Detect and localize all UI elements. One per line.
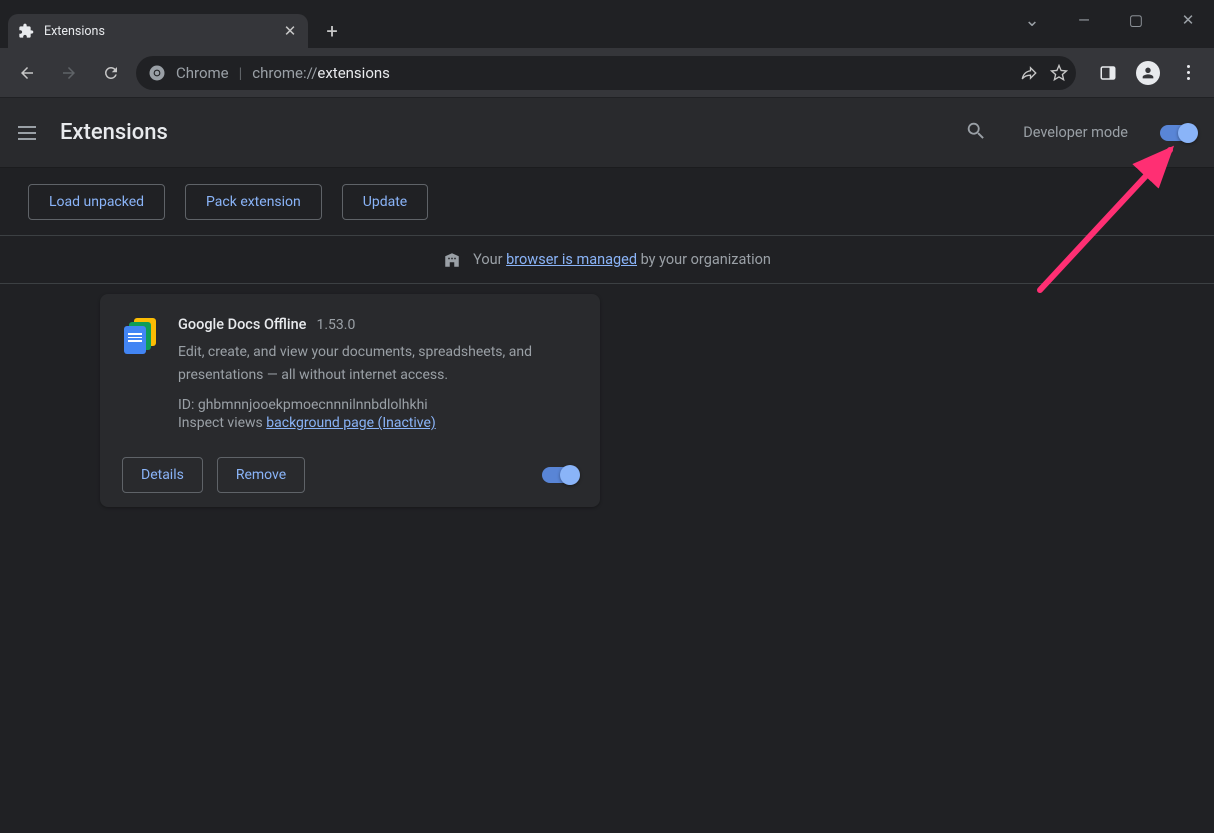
window-minimize-icon[interactable]: —	[1064, 6, 1104, 34]
search-icon[interactable]	[965, 120, 987, 146]
remove-button[interactable]: Remove	[217, 457, 305, 493]
update-button[interactable]: Update	[342, 184, 428, 220]
extension-puzzle-icon	[18, 23, 34, 39]
browser-menu-icon[interactable]	[1172, 57, 1204, 89]
extension-version: 1.53.0	[316, 317, 355, 333]
extension-title: Google Docs Offline	[178, 316, 306, 333]
window-close-icon[interactable]: ✕	[1168, 6, 1208, 34]
window-titlebar: Extensions ✕ + ⌄ — ▢ ✕	[0, 0, 1214, 48]
page-title: Extensions	[60, 120, 168, 145]
browser-managed-link[interactable]: browser is managed	[506, 251, 637, 268]
new-tab-button[interactable]: +	[318, 17, 346, 45]
managed-text-before: Your	[473, 251, 506, 268]
developer-actions-row: Load unpacked Pack extension Update	[0, 168, 1214, 236]
tab-close-icon[interactable]: ✕	[282, 23, 298, 39]
extensions-header: Extensions Developer mode	[0, 98, 1214, 168]
omnibox-divider: |	[239, 64, 243, 82]
browser-tab[interactable]: Extensions ✕	[8, 14, 308, 48]
omnibox-url: chrome://extensions	[252, 64, 390, 82]
managed-text-after: by your organization	[637, 251, 771, 268]
toolbar-right-icons	[1092, 57, 1204, 89]
extension-enable-toggle[interactable]	[542, 467, 578, 483]
share-icon[interactable]	[1020, 64, 1038, 82]
reload-button[interactable]	[94, 56, 128, 90]
details-button[interactable]: Details	[122, 457, 203, 493]
menu-hamburger-icon[interactable]	[18, 121, 42, 145]
developer-mode-label: Developer mode	[1023, 124, 1128, 141]
pack-extension-button[interactable]: Pack extension	[185, 184, 322, 220]
browser-toolbar: Chrome | chrome://extensions	[0, 48, 1214, 98]
window-controls: ⌄ — ▢ ✕	[1012, 6, 1208, 34]
background-page-link[interactable]: background page (Inactive)	[266, 415, 436, 431]
extension-inspect-views: Inspect views background page (Inactive)	[178, 415, 578, 431]
building-icon	[443, 251, 461, 269]
window-maximize-icon[interactable]: ▢	[1116, 6, 1156, 34]
side-panel-icon[interactable]	[1092, 57, 1124, 89]
omnibox-prefix: Chrome	[176, 64, 229, 82]
address-bar[interactable]: Chrome | chrome://extensions	[136, 56, 1076, 90]
profile-avatar-icon[interactable]	[1132, 57, 1164, 89]
tab-title: Extensions	[44, 24, 105, 39]
extension-id: ID: ghbmnnjooekpmoecnnnilnnbdlolhkhi	[178, 397, 578, 413]
extension-description: Edit, create, and view your documents, s…	[178, 341, 578, 387]
extension-card: Google Docs Offline 1.53.0 Edit, create,…	[100, 294, 600, 507]
chrome-icon	[148, 64, 166, 82]
google-docs-icon	[122, 318, 158, 354]
managed-banner: Your browser is managed by your organiza…	[0, 236, 1214, 284]
window-dropdown-icon[interactable]: ⌄	[1012, 6, 1052, 34]
developer-mode-toggle[interactable]	[1160, 125, 1196, 141]
bookmark-star-icon[interactable]	[1050, 64, 1068, 82]
load-unpacked-button[interactable]: Load unpacked	[28, 184, 165, 220]
back-button[interactable]	[10, 56, 44, 90]
extensions-list: Google Docs Offline 1.53.0 Edit, create,…	[0, 284, 1214, 507]
forward-button[interactable]	[52, 56, 86, 90]
